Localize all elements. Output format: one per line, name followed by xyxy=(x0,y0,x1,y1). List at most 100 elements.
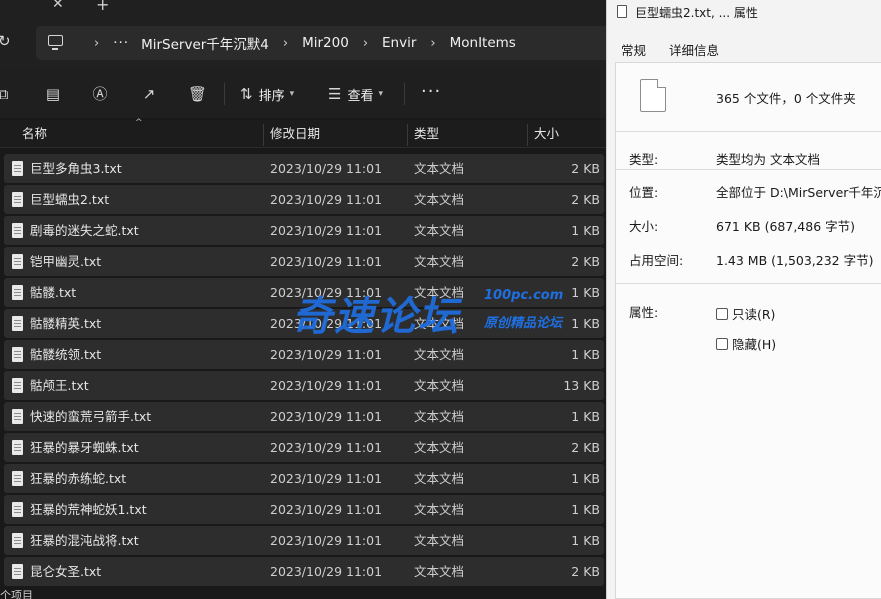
breadcrumb-mir200[interactable]: Mir200 xyxy=(302,35,349,51)
file-date: 2023/10/29 11:01 xyxy=(270,378,383,393)
close-icon[interactable]: ✕ xyxy=(52,0,64,12)
command-bar: ⧉ ▤ Ⓐ ↗ 🗑 ⇅ 排序 ▾ ☰ 查看 ▾ ··· xyxy=(0,70,606,118)
document-icon xyxy=(617,5,627,18)
chevron-right-icon[interactable]: › xyxy=(283,36,288,51)
file-row[interactable]: 快速的蛮荒弓箭手.txt 2023/10/29 11:01 文本文档 1 KB xyxy=(4,402,604,431)
file-row[interactable]: 骷髅.txt 2023/10/29 11:01 文本文档 1 KB xyxy=(4,278,604,307)
breadcrumb-envir[interactable]: Envir xyxy=(382,35,416,51)
more-options-button[interactable]: ··· xyxy=(421,81,441,102)
file-row[interactable]: 巨型多角虫3.txt 2023/10/29 11:01 文本文档 2 KB xyxy=(4,154,604,183)
address-bar[interactable]: › ··· MirServer千年沉默4 › Mir200 › Envir › … xyxy=(36,26,606,60)
file-row[interactable]: 骷髅统领.txt 2023/10/29 11:01 文本文档 1 KB xyxy=(4,340,604,369)
text-document-icon xyxy=(12,223,23,238)
file-row[interactable]: 铠甲幽灵.txt 2023/10/29 11:01 文本文档 2 KB xyxy=(4,247,604,276)
file-date: 2023/10/29 11:01 xyxy=(270,223,383,238)
readonly-checkbox[interactable]: 只读(R) xyxy=(716,304,775,323)
this-pc-icon[interactable] xyxy=(48,35,63,50)
file-type: 文本文档 xyxy=(414,347,465,362)
column-header-date[interactable]: 修改日期 xyxy=(270,120,320,148)
file-name: 巨型多角虫3.txt xyxy=(30,161,122,176)
file-date: 2023/10/29 11:01 xyxy=(270,471,383,486)
column-header-type[interactable]: 类型 xyxy=(414,120,439,148)
text-document-icon xyxy=(12,347,23,362)
file-name: 狂暴的暴牙蜘蛛.txt xyxy=(30,440,139,455)
tab-general[interactable]: 常规 xyxy=(621,40,646,59)
checkbox-box[interactable] xyxy=(716,307,728,320)
file-row[interactable]: 骷髅精英.txt 2023/10/29 11:01 文本文档 1 KB xyxy=(4,309,604,338)
general-tab-panel: 365 个文件，0 个文件夹 类型: 类型均为 文本文档 位置: 全部位于 D:… xyxy=(615,62,881,599)
new-tab-icon[interactable]: + xyxy=(96,0,109,14)
text-document-icon xyxy=(12,409,23,424)
file-date: 2023/10/29 11:01 xyxy=(270,440,383,455)
file-row[interactable]: 剧毒的迷失之蛇.txt 2023/10/29 11:01 文本文档 1 KB xyxy=(4,216,604,245)
sort-button[interactable]: ⇅ 排序 ▾ xyxy=(240,83,294,105)
text-document-icon xyxy=(12,533,23,548)
paste-icon[interactable]: ▤ xyxy=(44,85,62,103)
file-row[interactable]: 骷颅王.txt 2023/10/29 11:01 文本文档 13 KB xyxy=(4,371,604,400)
file-size: 1 KB xyxy=(571,316,600,331)
hidden-checkbox[interactable]: 隐藏(H) xyxy=(716,334,776,353)
file-type: 文本文档 xyxy=(414,533,465,548)
file-row[interactable]: 狂暴的混沌战将.txt 2023/10/29 11:01 文本文档 1 KB xyxy=(4,526,604,555)
status-item-count: 个项目 xyxy=(0,589,33,599)
copy-icon[interactable]: ⧉ xyxy=(0,85,12,103)
file-date: 2023/10/29 11:01 xyxy=(270,502,383,517)
file-size: 2 KB xyxy=(571,192,600,207)
type-value: 类型均为 文本文档 xyxy=(716,152,820,167)
text-document-icon xyxy=(12,440,23,455)
file-row[interactable]: 昆仑女圣.txt 2023/10/29 11:01 文本文档 2 KB xyxy=(4,557,604,586)
file-name: 昆仑女圣.txt xyxy=(30,564,102,579)
file-type: 文本文档 xyxy=(414,254,465,269)
column-header-row: ^ 名称 修改日期 类型 大小 xyxy=(0,118,606,148)
checkbox-box[interactable] xyxy=(716,337,728,350)
file-date: 2023/10/29 11:01 xyxy=(270,564,383,579)
file-type: 文本文档 xyxy=(414,192,465,207)
chevron-down-icon: ▾ xyxy=(289,89,295,99)
column-header-name[interactable]: 名称 xyxy=(22,120,47,148)
refresh-icon[interactable]: ↻ xyxy=(0,32,11,50)
chevron-right-icon[interactable]: › xyxy=(94,36,99,51)
breadcrumb-monitems[interactable]: MonItems xyxy=(450,35,516,51)
file-size: 2 KB xyxy=(571,564,600,579)
disk-size-value: 1.43 MB (1,503,232 字节) xyxy=(716,253,874,268)
text-document-icon xyxy=(12,471,23,486)
file-date: 2023/10/29 11:01 xyxy=(270,192,383,207)
disk-size-label: 占用空间: xyxy=(629,253,684,268)
file-date: 2023/10/29 11:01 xyxy=(270,533,383,548)
file-date: 2023/10/29 11:01 xyxy=(270,347,383,362)
file-row[interactable]: 狂暴的荒神蛇妖1.txt 2023/10/29 11:01 文本文档 1 KB xyxy=(4,495,604,524)
delete-icon[interactable]: 🗑 xyxy=(188,85,207,103)
file-date: 2023/10/29 11:01 xyxy=(270,409,383,424)
file-explorer-window: ✕ + ↻ › ··· MirServer千年沉默4 › Mir200 › En… xyxy=(0,0,606,599)
file-size: 1 KB xyxy=(571,347,600,362)
address-row: ↻ › ··· MirServer千年沉默4 › Mir200 › Envir … xyxy=(0,14,606,70)
file-type: 文本文档 xyxy=(414,502,465,517)
file-type: 文本文档 xyxy=(414,378,465,393)
rename-icon[interactable]: Ⓐ xyxy=(91,85,109,103)
file-type: 文本文档 xyxy=(414,223,465,238)
sort-label: 排序 xyxy=(258,88,285,104)
file-type: 文本文档 xyxy=(414,285,465,300)
toolbar-divider xyxy=(404,83,405,105)
file-row[interactable]: 狂暴的赤练蛇.txt 2023/10/29 11:01 文本文档 1 KB xyxy=(4,464,604,493)
chevron-right-icon[interactable]: › xyxy=(430,36,435,51)
breadcrumb-overflow[interactable]: ··· xyxy=(113,35,129,51)
file-type: 文本文档 xyxy=(414,440,465,455)
sort-icon: ⇅ xyxy=(240,85,253,103)
column-divider[interactable] xyxy=(263,124,264,146)
file-row[interactable]: 巨型蠕虫2.txt 2023/10/29 11:01 文本文档 2 KB xyxy=(4,185,604,214)
breadcrumb-mirserver[interactable]: MirServer千年沉默4 xyxy=(141,33,269,53)
sort-ascending-icon: ^ xyxy=(135,118,143,128)
type-label: 类型: xyxy=(629,152,659,167)
text-document-icon xyxy=(12,192,23,207)
view-button[interactable]: ☰ 查看 ▾ xyxy=(328,83,383,105)
column-divider[interactable] xyxy=(407,124,408,146)
chevron-right-icon[interactable]: › xyxy=(363,36,368,51)
column-header-size[interactable]: 大小 xyxy=(534,120,559,148)
dialog-tabs: 常规 详细信息 xyxy=(607,36,881,62)
tab-details[interactable]: 详细信息 xyxy=(669,40,719,59)
share-icon[interactable]: ↗ xyxy=(140,85,158,103)
file-row[interactable]: 狂暴的暴牙蜘蛛.txt 2023/10/29 11:01 文本文档 2 KB xyxy=(4,433,604,462)
column-divider[interactable] xyxy=(527,124,528,146)
file-name: 快速的蛮荒弓箭手.txt xyxy=(30,409,152,424)
